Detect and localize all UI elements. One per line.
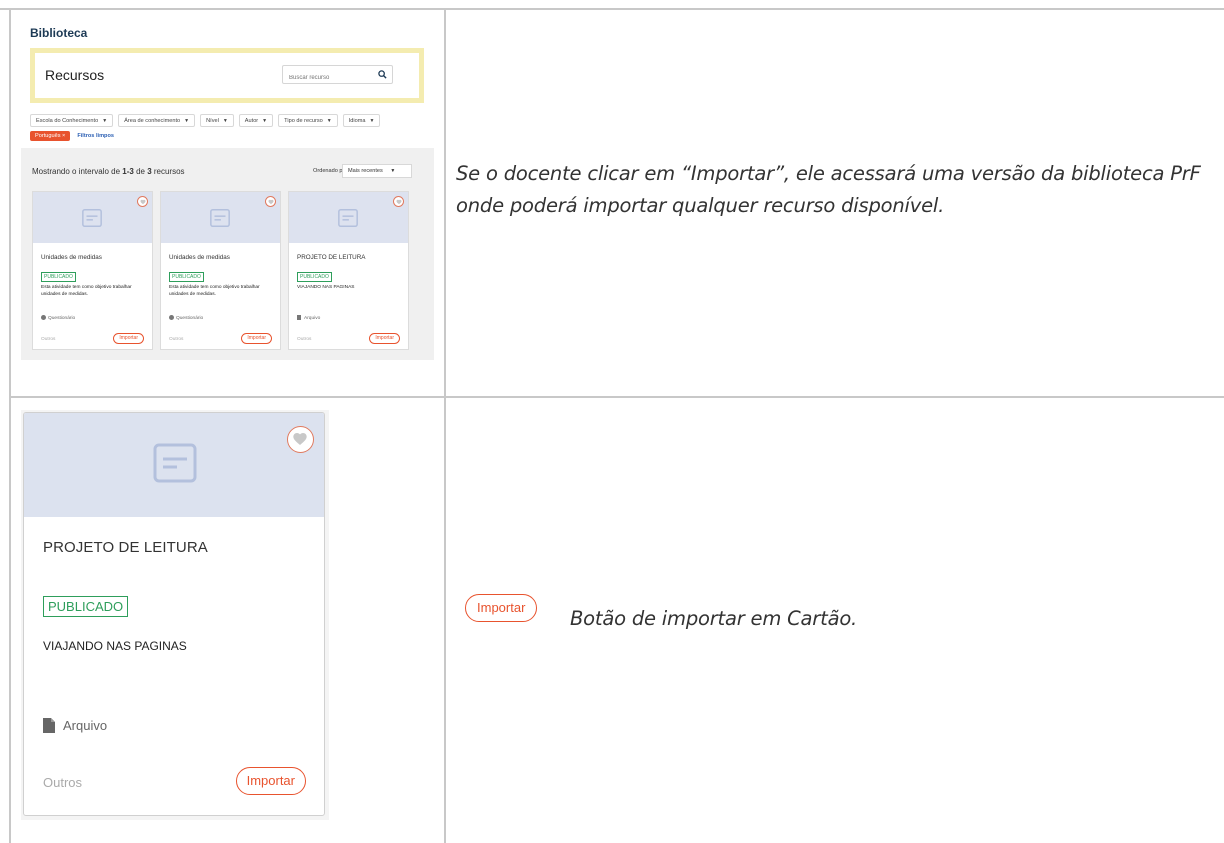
- filter-dropdown[interactable]: Autor ▼: [238, 114, 274, 127]
- card-category: Outros: [43, 775, 83, 790]
- search-box[interactable]: [282, 65, 393, 87]
- card-type: Questionário: [41, 315, 75, 321]
- filter-dropdown[interactable]: Nível ▼: [200, 114, 234, 127]
- card-description: VIAJANDO NAS PAGINAS: [43, 639, 187, 653]
- status-badge: PUBLICADO: [169, 272, 204, 282]
- favorite-button[interactable]: [393, 196, 404, 207]
- library-screenshot: Biblioteca Recursos Escola do Conhecimen…: [21, 20, 434, 360]
- card-description: Esta atividade tem como objetivo trabalh…: [169, 285, 260, 297]
- card-title: Unidades de medidas: [169, 254, 230, 261]
- active-filter-chip[interactable]: Português ×: [30, 131, 71, 141]
- section-title: Recursos: [45, 67, 105, 83]
- card-category: Outros: [169, 337, 184, 342]
- document-icon: [82, 209, 102, 227]
- results-count: Mostrando o intervalo de 1-3 de 3 recurs…: [32, 167, 185, 176]
- resource-card[interactable]: PROJETO DE LEITURA PUBLICADO VIAJANDO NA…: [288, 191, 409, 350]
- import-button[interactable]: Importar: [113, 333, 144, 344]
- card-thumbnail: [289, 192, 408, 243]
- card-title: Unidades de medidas: [41, 254, 102, 261]
- import-button-caption: Botão de importar em Cartão.: [570, 607, 858, 630]
- table-border-left: [9, 8, 11, 843]
- card-category: Outros: [41, 337, 56, 342]
- status-badge: PUBLICADO: [41, 272, 76, 282]
- status-badge: PUBLICADO: [43, 596, 129, 617]
- document-icon: [153, 443, 197, 483]
- card-type: Arquivo: [297, 315, 320, 321]
- file-icon: [43, 718, 55, 733]
- table-border-center: [444, 8, 446, 843]
- card-title: PROJETO DE LEITURA: [43, 539, 208, 556]
- clear-filters-link[interactable]: Filtros limpos: [77, 133, 114, 139]
- question-icon: [169, 315, 174, 320]
- favorite-button[interactable]: [137, 196, 148, 207]
- import-button[interactable]: Importar: [241, 333, 272, 344]
- heart-icon: [268, 199, 274, 205]
- table-border-top: [0, 8, 1224, 10]
- heart-icon: [140, 199, 146, 205]
- caret-down-icon: ▼: [326, 118, 332, 124]
- table-border-middle: [9, 396, 1224, 398]
- card-category: Outros: [297, 337, 312, 342]
- caret-down-icon: ▼: [102, 118, 108, 124]
- question-icon: [41, 315, 46, 320]
- card-description: VIAJANDO NAS PAGINAS: [297, 285, 355, 290]
- sort-select[interactable]: Mais recentes ▼: [342, 164, 412, 178]
- document-icon: [210, 209, 230, 227]
- card-type: Arquivo: [43, 718, 107, 733]
- import-description: Se o docente clicar em “Importar”, ele a…: [456, 162, 1201, 217]
- filter-dropdown[interactable]: Idioma ▼: [342, 114, 381, 127]
- resource-card[interactable]: Unidades de medidas PUBLICADO Esta ativi…: [32, 191, 153, 350]
- heart-icon: [293, 433, 307, 445]
- file-icon: [297, 315, 301, 320]
- search-panel: Recursos: [35, 53, 419, 98]
- library-title: Biblioteca: [30, 26, 88, 40]
- document-icon: [338, 209, 358, 227]
- filter-bar: Escola do Conhecimento ▼ Área de conhecim…: [30, 114, 430, 141]
- import-button-demo[interactable]: Importar: [465, 594, 538, 622]
- card-title: PROJETO DE LEITURA: [297, 254, 366, 261]
- results-panel: Mostrando o intervalo de 1-3 de 3 recurs…: [21, 148, 434, 360]
- filter-dropdown[interactable]: Tipo de recurso ▼: [278, 114, 338, 127]
- card-thumbnail: [161, 192, 280, 243]
- resource-card[interactable]: Unidades de medidas PUBLICADO Esta ativi…: [160, 191, 281, 350]
- resource-card-large[interactable]: PROJETO DE LEITURA PUBLICADO VIAJANDO NA…: [23, 412, 325, 816]
- caret-down-icon: ▼: [262, 118, 268, 124]
- favorite-button[interactable]: [287, 426, 314, 453]
- status-badge: PUBLICADO: [297, 272, 332, 282]
- card-preview: PROJETO DE LEITURA PUBLICADO VIAJANDO NA…: [21, 410, 329, 820]
- search-icon[interactable]: [378, 70, 387, 79]
- card-thumbnail: [24, 413, 324, 517]
- card-thumbnail: [33, 192, 152, 243]
- caret-down-icon: ▼: [369, 118, 375, 124]
- search-input[interactable]: [283, 69, 373, 87]
- card-description: Esta atividade tem como objetivo trabalh…: [41, 285, 132, 297]
- favorite-button[interactable]: [265, 196, 276, 207]
- heart-icon: [396, 199, 402, 205]
- filter-dropdown[interactable]: Escola do Conhecimento ▼: [30, 114, 114, 127]
- filter-dropdown[interactable]: Área de conhecimento ▼: [118, 114, 196, 127]
- import-button[interactable]: Importar: [235, 767, 306, 795]
- caret-down-icon: ▼: [184, 118, 190, 124]
- caret-down-icon: ▼: [222, 118, 228, 124]
- import-button[interactable]: Importar: [369, 333, 400, 344]
- card-type: Questionário: [169, 315, 203, 321]
- search-highlight: Recursos: [30, 48, 424, 103]
